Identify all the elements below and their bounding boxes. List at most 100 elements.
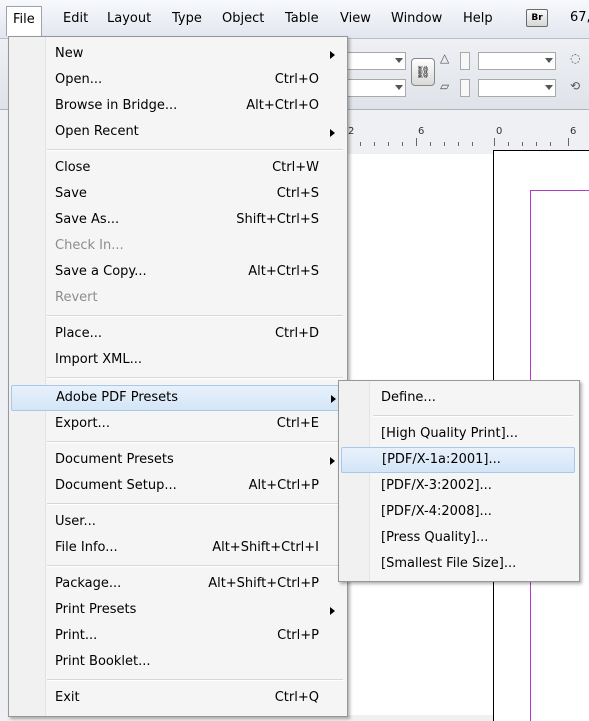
menu-item-package[interactable]: Package... Alt+Shift+Ctrl+P bbox=[9, 571, 345, 597]
constrain-proportions-icon[interactable]: ⛓ bbox=[411, 58, 435, 86]
submenu-item-label: [PDF/X-4:2008]... bbox=[381, 504, 492, 519]
menu-item-label: Place... bbox=[55, 326, 102, 341]
zoom-level[interactable]: 67, bbox=[570, 10, 589, 25]
menu-item-new[interactable]: New bbox=[9, 41, 345, 67]
submenu-item-pdfx-3[interactable]: [PDF/X-3:2002]... bbox=[339, 473, 577, 499]
menu-separator bbox=[47, 565, 343, 567]
menu-item-label: Revert bbox=[55, 290, 98, 305]
submenu-item-pdfx-4[interactable]: [PDF/X-4:2008]... bbox=[339, 499, 577, 525]
menu-item-export[interactable]: Export... Ctrl+E bbox=[9, 411, 345, 437]
ruler-label: 6 bbox=[570, 126, 577, 137]
spinner-1[interactable] bbox=[460, 52, 470, 70]
menu-item-document-setup[interactable]: Document Setup... Alt+Ctrl+P bbox=[9, 473, 345, 499]
menu-item-shortcut: Alt+Shift+Ctrl+P bbox=[208, 576, 319, 591]
menu-item-save[interactable]: Save Ctrl+S bbox=[9, 181, 345, 207]
menu-item-label: Check In... bbox=[55, 238, 124, 253]
bridge-button[interactable]: Br bbox=[526, 9, 548, 27]
submenu-arrow-icon bbox=[330, 457, 335, 465]
menu-separator bbox=[47, 441, 343, 443]
ruler-label: 2 bbox=[348, 126, 355, 137]
menu-item-open-recent[interactable]: Open Recent bbox=[9, 119, 345, 145]
menu-bar: File Edit Layout Type Object Table View … bbox=[0, 0, 589, 39]
submenu-arrow-icon bbox=[330, 607, 335, 615]
menu-item-adobe-pdf-presets[interactable]: Adobe PDF Presets bbox=[11, 385, 343, 411]
submenu-item-label: [PDF/X-1a:2001]... bbox=[382, 452, 501, 467]
menu-separator bbox=[47, 377, 343, 379]
spinner-2[interactable] bbox=[460, 79, 470, 97]
menu-table[interactable]: Table bbox=[285, 10, 319, 28]
menu-item-print[interactable]: Print... Ctrl+P bbox=[9, 623, 345, 649]
menu-item-file-info[interactable]: File Info... Alt+Shift+Ctrl+I bbox=[9, 535, 345, 561]
menu-help[interactable]: Help bbox=[463, 10, 493, 28]
menu-item-check-in: Check In... bbox=[9, 233, 345, 259]
menu-item-open[interactable]: Open... Ctrl+O bbox=[9, 67, 345, 93]
menu-item-place[interactable]: Place... Ctrl+D bbox=[9, 321, 345, 347]
menu-item-save-a-copy[interactable]: Save a Copy... Alt+Ctrl+S bbox=[9, 259, 345, 285]
menu-object[interactable]: Object bbox=[222, 10, 264, 28]
ruler-label: 6 bbox=[418, 126, 425, 137]
menu-edit[interactable]: Edit bbox=[63, 10, 88, 28]
submenu-item-label: [PDF/X-3:2002]... bbox=[381, 478, 492, 493]
menu-view[interactable]: View bbox=[340, 10, 371, 28]
toolbar-field-1[interactable] bbox=[344, 52, 406, 70]
submenu-item-label: [Smallest File Size]... bbox=[381, 556, 517, 571]
menu-item-label: Document Setup... bbox=[55, 478, 177, 493]
menu-item-print-presets[interactable]: Print Presets bbox=[9, 597, 345, 623]
menu-item-document-presets[interactable]: Document Presets bbox=[9, 447, 345, 473]
menu-item-label: Save bbox=[55, 186, 87, 201]
menu-item-shortcut: Shift+Ctrl+S bbox=[236, 212, 319, 227]
menu-item-label: User... bbox=[55, 514, 96, 529]
menu-item-close[interactable]: Close Ctrl+W bbox=[9, 155, 345, 181]
menu-item-user[interactable]: User... bbox=[9, 509, 345, 535]
scale-icon: △ bbox=[440, 51, 450, 65]
submenu-item-define[interactable]: Define... bbox=[339, 385, 577, 411]
menu-item-import-xml[interactable]: Import XML... bbox=[9, 347, 345, 373]
submenu-item-smallest-file-size[interactable]: [Smallest File Size]... bbox=[339, 551, 577, 577]
menu-item-revert: Revert bbox=[9, 285, 345, 311]
menu-separator bbox=[47, 679, 343, 681]
menu-item-shortcut: Ctrl+D bbox=[274, 326, 319, 341]
toolbar-field-2[interactable] bbox=[344, 79, 406, 97]
submenu-item-label: [High Quality Print]... bbox=[381, 426, 519, 441]
submenu-item-press-quality[interactable]: [Press Quality]... bbox=[339, 525, 577, 551]
menu-item-shortcut: Ctrl+Q bbox=[274, 690, 319, 705]
menu-separator bbox=[47, 503, 343, 505]
menu-item-shortcut: Ctrl+W bbox=[272, 160, 319, 175]
submenu-item-pdfx-1a[interactable]: [PDF/X-1a:2001]... bbox=[341, 447, 575, 473]
menu-file[interactable]: File bbox=[6, 6, 42, 36]
menu-separator bbox=[47, 315, 343, 317]
pdf-presets-submenu: Define... [High Quality Print]... [PDF/X… bbox=[338, 380, 580, 582]
menu-item-shortcut: Alt+Ctrl+S bbox=[248, 264, 319, 279]
menu-item-label: Save a Copy... bbox=[55, 264, 147, 279]
menu-item-label: Print Presets bbox=[55, 602, 137, 617]
menu-item-label: Print Booklet... bbox=[55, 654, 151, 669]
menu-item-label: Export... bbox=[55, 416, 110, 431]
menu-window[interactable]: Window bbox=[391, 10, 442, 28]
toolbar-field-4[interactable] bbox=[478, 79, 556, 97]
menu-item-print-booklet[interactable]: Print Booklet... bbox=[9, 649, 345, 675]
rotate-icon[interactable]: ◌ bbox=[570, 51, 580, 65]
submenu-item-label: [Press Quality]... bbox=[381, 530, 489, 545]
menu-item-label: File Info... bbox=[55, 540, 118, 555]
menu-item-label: New bbox=[55, 46, 84, 61]
menu-item-shortcut: Alt+Ctrl+P bbox=[248, 478, 319, 493]
submenu-item-high-quality-print[interactable]: [High Quality Print]... bbox=[339, 421, 577, 447]
toolbar-field-3[interactable] bbox=[478, 52, 556, 70]
menu-item-label: Save As... bbox=[55, 212, 120, 227]
menu-item-shortcut: Alt+Ctrl+O bbox=[246, 98, 319, 113]
menu-separator bbox=[373, 415, 573, 417]
menu-item-shortcut: Ctrl+O bbox=[274, 72, 319, 87]
menu-item-label: Open... bbox=[55, 72, 103, 87]
menu-item-exit[interactable]: Exit Ctrl+Q bbox=[9, 685, 345, 711]
menu-item-browse-in-bridge[interactable]: Browse in Bridge... Alt+Ctrl+O bbox=[9, 93, 345, 119]
menu-item-label: Browse in Bridge... bbox=[55, 98, 178, 113]
menu-item-label: Adobe PDF Presets bbox=[56, 390, 179, 405]
menu-type[interactable]: Type bbox=[172, 10, 202, 28]
menu-layout[interactable]: Layout bbox=[107, 10, 151, 28]
menu-item-shortcut: Ctrl+E bbox=[276, 416, 319, 431]
flip-icon[interactable]: ⟲ bbox=[570, 79, 580, 93]
menu-item-save-as[interactable]: Save As... Shift+Ctrl+S bbox=[9, 207, 345, 233]
menu-item-label: Close bbox=[55, 160, 91, 175]
menu-item-shortcut: Ctrl+P bbox=[277, 628, 319, 643]
shear-icon: ▱ bbox=[440, 79, 450, 93]
